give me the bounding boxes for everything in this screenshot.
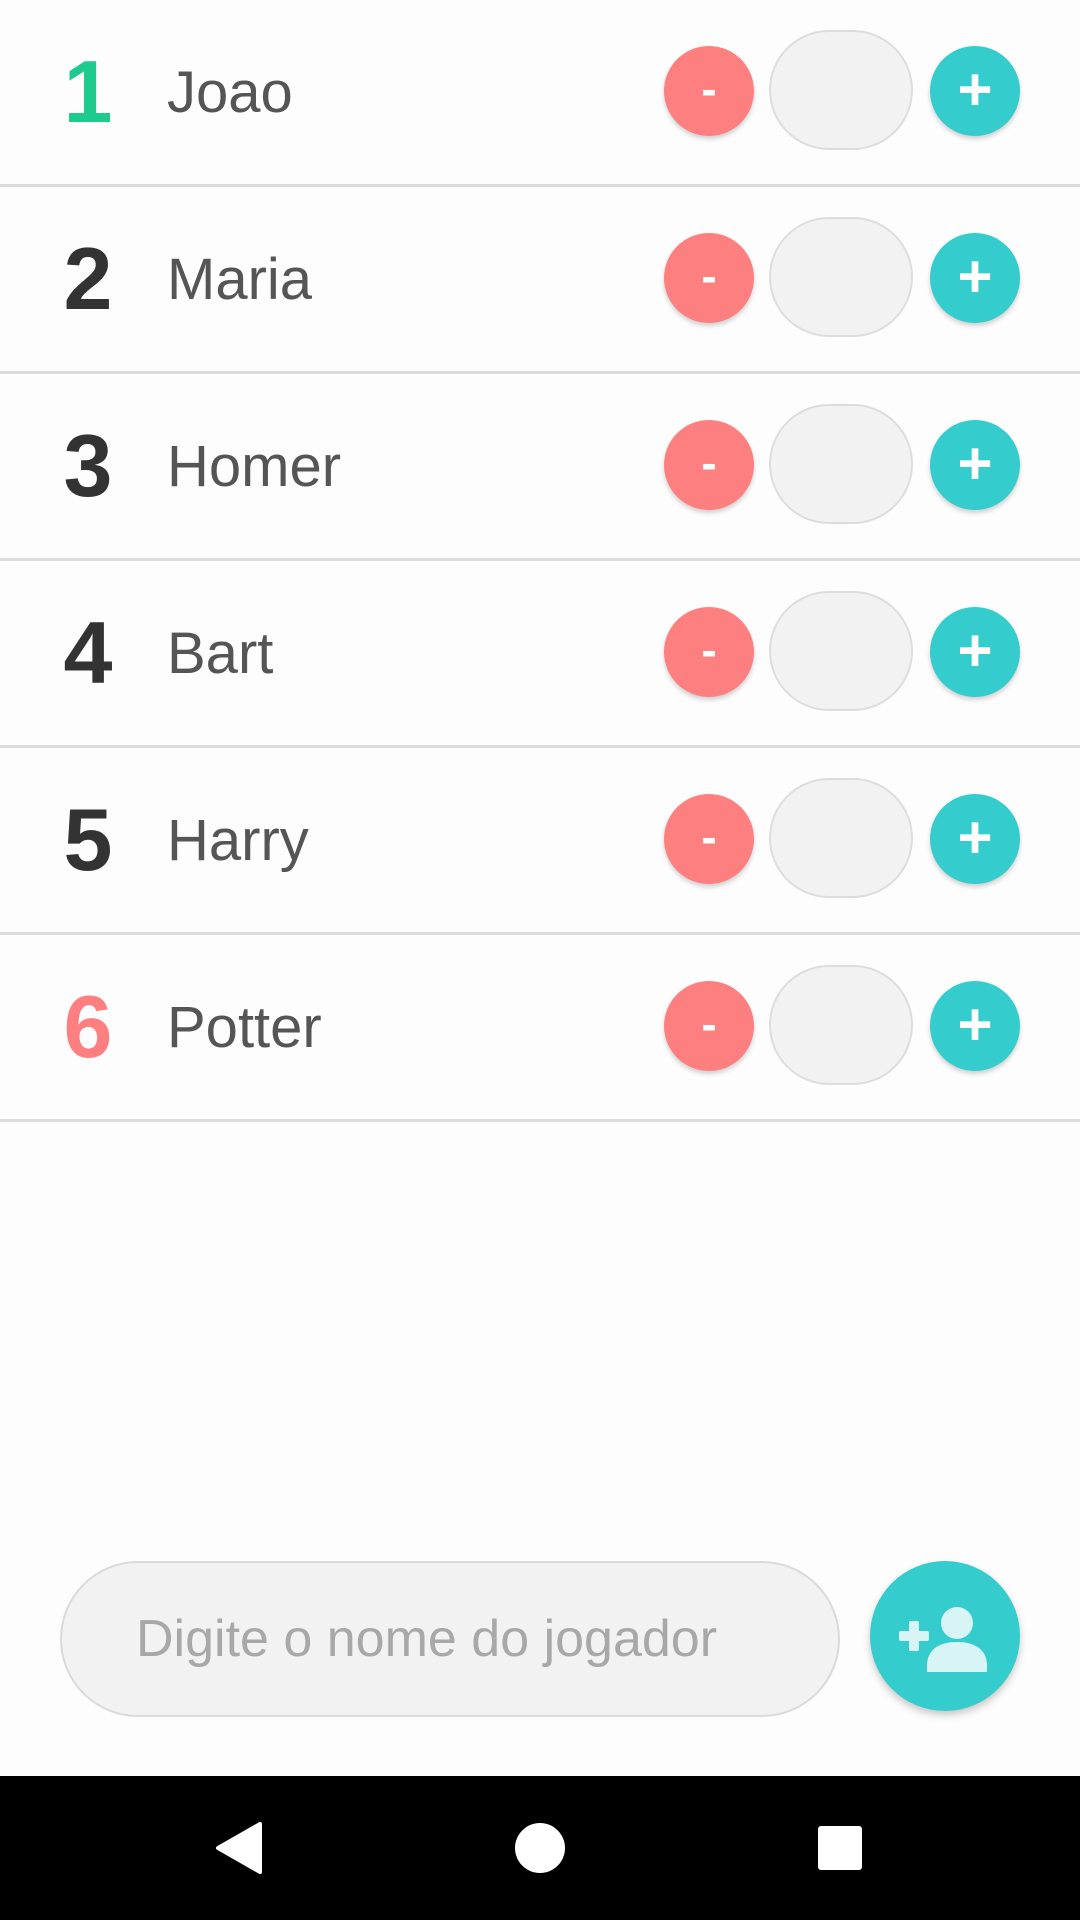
decrement-score-button[interactable]: -: [664, 420, 754, 510]
player-name: Homer: [167, 434, 342, 499]
player-row: 2 Maria - +: [0, 187, 1080, 374]
score-field[interactable]: [769, 778, 913, 898]
nav-recents-button[interactable]: [780, 1776, 900, 1920]
player-name: Potter: [167, 995, 322, 1060]
player-name-input[interactable]: [136, 1563, 796, 1715]
home-circle-icon: [515, 1823, 565, 1873]
player-name: Maria: [167, 247, 313, 312]
increment-score-button[interactable]: +: [930, 981, 1020, 1071]
increment-score-button[interactable]: +: [930, 420, 1020, 510]
decrement-score-button[interactable]: -: [664, 607, 754, 697]
increment-score-button[interactable]: +: [930, 607, 1020, 697]
player-rank: 1: [63, 42, 113, 141]
recents-square-icon: [818, 1826, 862, 1870]
score-field[interactable]: [769, 591, 913, 711]
player-rank: 3: [63, 416, 113, 515]
player-row: 5 Harry - +: [0, 748, 1080, 935]
player-name: Bart: [167, 621, 274, 686]
nav-back-button[interactable]: [180, 1776, 300, 1920]
player-row: 3 Homer - +: [0, 374, 1080, 561]
score-field[interactable]: [769, 217, 913, 337]
add-player-button[interactable]: [870, 1561, 1020, 1711]
player-rank: 5: [63, 790, 113, 889]
decrement-score-button[interactable]: -: [664, 981, 754, 1071]
player-rank: 6: [63, 977, 113, 1076]
decrement-score-button[interactable]: -: [664, 233, 754, 323]
decrement-score-button[interactable]: -: [664, 46, 754, 136]
score-field[interactable]: [769, 30, 913, 150]
player-name-input-container: [60, 1561, 840, 1717]
player-row: 1 Joao - +: [0, 0, 1080, 187]
nav-home-button[interactable]: [480, 1776, 600, 1920]
player-rank: 2: [63, 229, 113, 328]
player-row: 4 Bart - +: [0, 561, 1080, 748]
person-add-icon: [899, 1607, 987, 1672]
player-row: 6 Potter - +: [0, 935, 1080, 1122]
system-nav-bar: [0, 1776, 1080, 1920]
increment-score-button[interactable]: +: [930, 794, 1020, 884]
score-field[interactable]: [769, 404, 913, 524]
player-name: Joao: [167, 60, 293, 125]
score-field[interactable]: [769, 965, 913, 1085]
increment-score-button[interactable]: +: [930, 233, 1020, 323]
increment-score-button[interactable]: +: [930, 46, 1020, 136]
decrement-score-button[interactable]: -: [664, 794, 754, 884]
player-list: 1 Joao - + 2 Maria - + 3 Homer - + 4 Bar…: [0, 0, 1080, 1122]
player-rank: 4: [63, 603, 113, 702]
back-triangle-icon: [216, 1822, 262, 1874]
player-name: Harry: [167, 808, 309, 873]
